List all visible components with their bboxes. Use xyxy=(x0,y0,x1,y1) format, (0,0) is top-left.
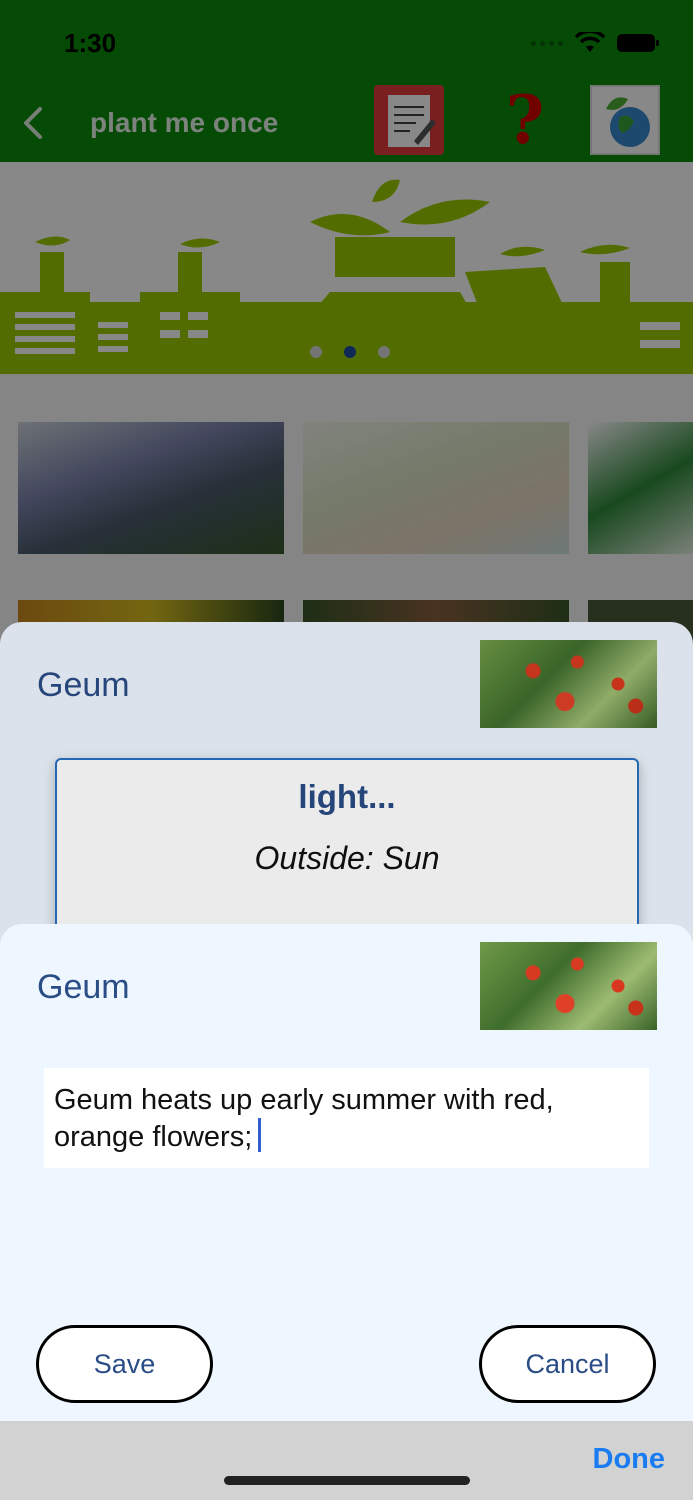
plant-name: Geum xyxy=(37,968,130,1006)
done-button[interactable]: Done xyxy=(593,1443,666,1476)
note-text-field[interactable]: Geum heats up early summer with red, ora… xyxy=(44,1068,649,1168)
plant-photo xyxy=(480,942,657,1030)
home-indicator[interactable] xyxy=(224,1476,470,1485)
keyboard-toolbar: Done xyxy=(0,1421,693,1500)
text-cursor xyxy=(258,1118,262,1152)
note-text: Geum heats up early summer with red, ora… xyxy=(54,1084,554,1153)
save-button[interactable]: Save xyxy=(36,1325,213,1403)
cancel-button[interactable]: Cancel xyxy=(479,1325,656,1403)
note-editor-sheet: Geum Geum heats up early summer with red… xyxy=(0,924,693,1500)
